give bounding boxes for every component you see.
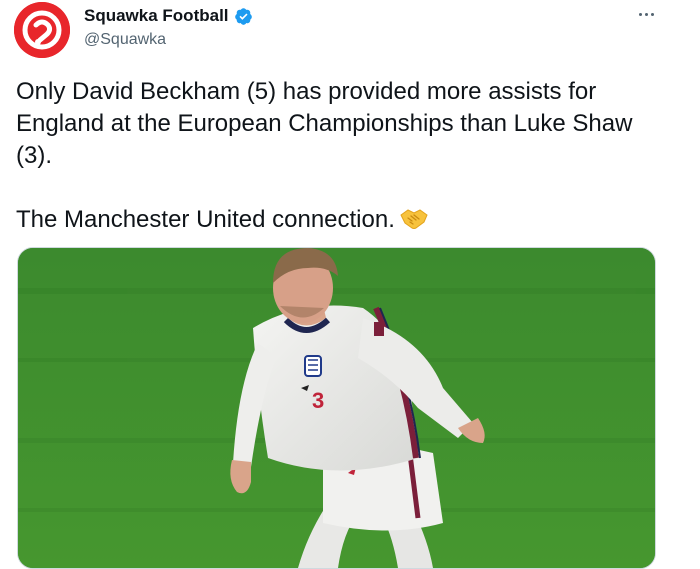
squawka-logo-icon [14,2,70,58]
verified-badge-icon [234,7,252,25]
more-dot [650,12,654,16]
author-display-name[interactable]: Squawka Football [84,6,229,26]
more-horizontal-icon [638,12,642,16]
tweet-card: Squawka Football @Squawka Only David Bec… [0,0,700,569]
more-dot [644,12,648,16]
tweet-paragraph-2-text: The Manchester United connection. [16,206,395,233]
tweet-paragraph-2: The Manchester United connection. [16,204,666,236]
tweet-media-photo[interactable]: 3 [17,247,656,569]
tweet-paragraph-1: Only David Beckham (5) has provided more… [16,78,633,169]
more-options-button[interactable] [632,2,660,26]
author-name[interactable]: Squawka Football [84,6,253,26]
author-avatar[interactable] [14,2,70,58]
handshake-icon [400,209,428,229]
football-player-photo: 3 [18,248,655,568]
author-handle[interactable]: @Squawka [84,31,166,49]
tweet-text: Only David Beckham (5) has provided more… [16,76,666,236]
shirt-number: 3 [312,388,324,413]
